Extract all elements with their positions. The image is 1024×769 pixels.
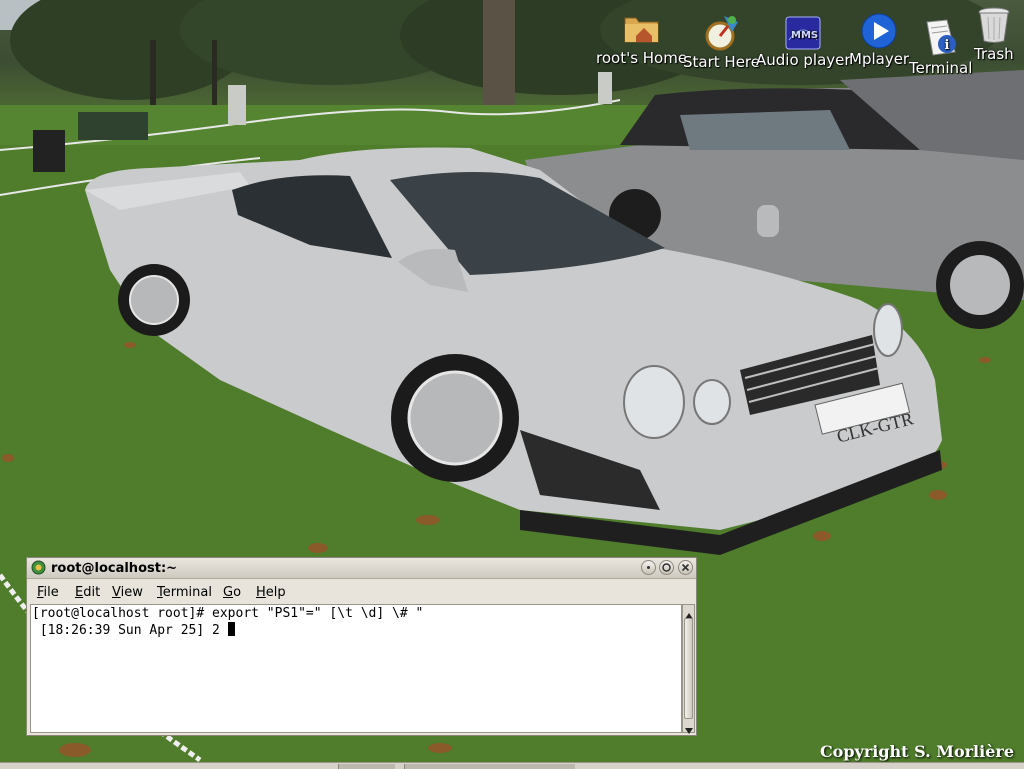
terminal-info-icon: i [921, 18, 961, 58]
panel-segment[interactable] [404, 764, 575, 769]
desktop-icon-start-here[interactable]: Start Here [683, 12, 760, 70]
terminal-line: [18:26:39 Sun Apr 25] 2 [32, 622, 681, 639]
desktop-icon-trash[interactable]: Trash [974, 6, 1014, 62]
close-icon [681, 563, 690, 572]
audio-player-icon: MMS [785, 16, 821, 50]
terminal-window[interactable]: root@localhost:~ File Edit View Terminal… [26, 557, 697, 736]
menu-edit[interactable]: Edit [75, 585, 100, 600]
terminal-prompt: [18:26:39 Sun Apr 25] 2 [32, 623, 228, 638]
desktop-icon-home[interactable]: root's Home [596, 8, 687, 66]
menu-go[interactable]: Go [223, 585, 241, 600]
svg-text:i: i [944, 38, 949, 53]
terminal-line: [root@localhost root]# export "PS1"=" [\… [32, 606, 424, 621]
menu-bar: File Edit View Terminal Go Help [27, 579, 696, 604]
window-titlebar[interactable]: root@localhost:~ [27, 558, 696, 579]
terminal-text-area[interactable]: [root@localhost root]# export "PS1"=" [\… [30, 604, 682, 733]
trash-icon [976, 6, 1012, 44]
panel-segment[interactable] [338, 764, 395, 769]
text-cursor [227, 622, 235, 636]
terminal-app-icon[interactable] [31, 560, 46, 575]
scrollbar-thumb[interactable] [684, 618, 693, 719]
desktop-icon-label: Start Here [683, 53, 760, 71]
svg-text:MMS: MMS [791, 30, 818, 41]
window-title: root@localhost:~ [51, 561, 178, 576]
desktop-icon-label: Terminal [909, 59, 973, 77]
scroll-down-arrow-icon[interactable] [684, 721, 694, 734]
desktop-icon-label: Audio player [756, 51, 851, 69]
desktop-icon-audio-player[interactable]: MMS Audio player [756, 16, 851, 68]
maximize-icon [662, 563, 671, 572]
menu-help[interactable]: Help [256, 585, 286, 600]
menu-terminal[interactable]: Terminal [157, 585, 212, 600]
start-here-icon [702, 12, 742, 52]
desktop-icon-label: root's Home [596, 49, 688, 67]
desktop-icon-label: Mplayer [849, 50, 910, 68]
desktop-icon-terminal[interactable]: i Terminal [909, 18, 972, 76]
close-button[interactable] [678, 560, 693, 575]
vertical-scrollbar[interactable] [682, 604, 695, 734]
minimize-icon [647, 566, 650, 569]
desktop-icon-mplayer[interactable]: Mplayer [849, 13, 909, 67]
desktop-icon-label: Trash [974, 45, 1014, 63]
home-folder-icon [622, 8, 662, 48]
scroll-up-arrow-icon[interactable] [684, 606, 694, 619]
minimize-button[interactable] [641, 560, 656, 575]
maximize-button[interactable] [659, 560, 674, 575]
menu-file[interactable]: File [37, 585, 59, 600]
mplayer-icon [861, 13, 897, 49]
menu-view[interactable]: View [112, 585, 143, 600]
copyright-text: Copyright S. Morlière [819, 742, 1014, 761]
